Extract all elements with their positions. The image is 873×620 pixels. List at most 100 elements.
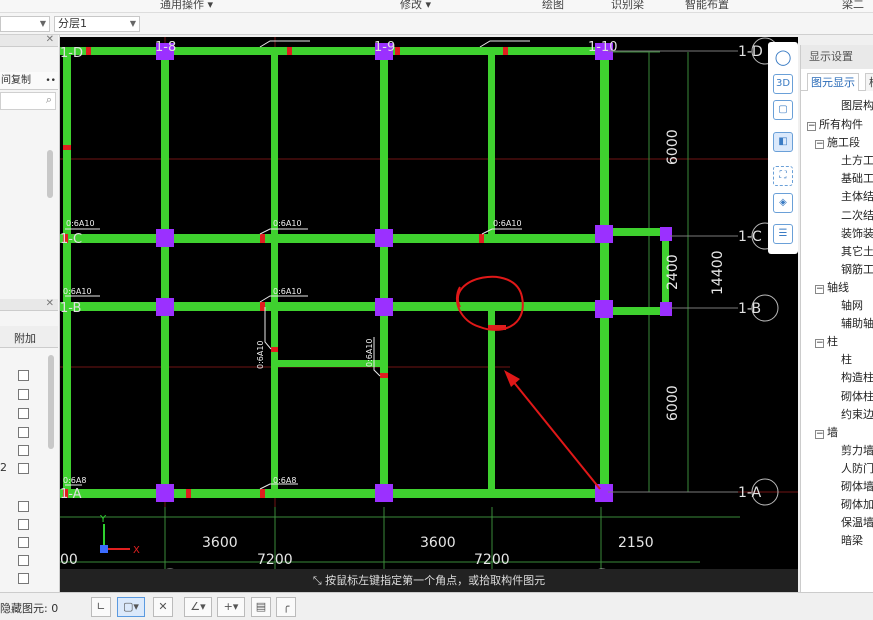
tab-element-display[interactable]: 图元显示 [807,73,859,91]
tree-item[interactable]: 砌体柱 [841,388,873,404]
tree-item[interactable]: 主体结 [841,188,873,204]
search-icon[interactable]: ⌕ [46,93,52,107]
tree-item[interactable]: − 柱 [815,333,838,349]
tree-item[interactable]: 约束边 [841,406,873,422]
offset-icon[interactable]: +▾ [217,597,245,617]
tree-item[interactable]: − 所有构件 [807,116,863,132]
checkbox[interactable] [18,501,29,512]
select-box-icon[interactable]: ▢▾ [117,597,145,617]
dim-partial: 00 [60,552,78,568]
tree-item[interactable]: 基础工 [841,170,873,186]
dim-2150: 2150 [618,535,654,551]
axis-label-left-a: 1-A [60,487,82,502]
dim-7200-b: 7200 [474,552,510,568]
angle-icon[interactable]: ∠▾ [184,597,212,617]
checkbox[interactable] [18,555,29,566]
tree-item[interactable]: 构造柱 [841,369,873,385]
tab-floor-copy[interactable]: 间复制 •• [0,72,58,90]
ribbon-group-smart-layout[interactable]: 智能布置 [685,0,729,12]
tree-item[interactable]: 其它土 [841,243,873,259]
tree-item[interactable]: 二次结 [841,207,873,223]
checkbox[interactable] [18,427,29,438]
beam-annotation-11: 0:6A10 [365,338,374,367]
panel-tabs: 图元显示 楼 [801,71,873,91]
ribbon-group-common[interactable]: 通用操作 ▾ [160,0,213,12]
collapse-icon[interactable]: − [815,339,824,349]
fullscreen-icon[interactable]: ⛶ [773,166,793,186]
left-panel-header-2: ✕ [0,298,58,311]
scrollbar[interactable] [48,355,54,449]
tree-item[interactable]: 柱 [841,351,852,367]
tree-item[interactable]: 暗梁 [841,532,863,548]
left-panel: ✕ 间复制 •• ⌕ ✕ 附加 2 [0,34,60,592]
checkbox[interactable] [18,408,29,419]
tab-floor-display[interactable]: 楼 [865,73,873,91]
tree-item[interactable]: 钢筋工 [841,261,873,277]
floor-select[interactable]: ▼ [0,16,50,32]
collapse-icon[interactable]: − [815,140,824,150]
checkbox[interactable] [18,519,29,530]
chevron-down-icon: ▼ [129,19,136,28]
ribbon-group-identify-beam[interactable]: 识别梁 [611,0,644,12]
cursor-icon: ⤡ [312,574,326,587]
dim-3600-b: 3600 [420,535,456,551]
layer-icon[interactable]: ◈ [773,193,793,213]
tree-item[interactable]: 人防门 [841,460,873,476]
layer-column-header: 图层构 [841,99,873,112]
collapse-icon[interactable]: − [815,284,824,294]
collapse-icon[interactable]: − [807,122,816,131]
tree-item[interactable]: 保温墙 [841,514,873,530]
scrollbar[interactable] [47,150,53,198]
tree-item[interactable]: 砌体墙 [841,478,873,494]
tree-item[interactable]: 装饰装 [841,225,873,241]
layer-select[interactable]: 分层1 ▼ [54,16,140,32]
axis-label-left-c: 1-C [60,232,82,247]
top-view-icon[interactable]: ▢ [773,100,793,120]
tree-item[interactable]: 辅助轴 [841,315,873,331]
beam-annotation-10: 0:6A10 [256,340,265,369]
left-search-input[interactable]: ⌕ [0,92,56,110]
tree-item[interactable]: − 墙 [815,424,838,440]
sphere-icon[interactable]: ◯ [773,48,793,68]
box-view-icon[interactable]: ◧ [773,132,793,152]
ortho-icon[interactable]: ∟ [91,597,111,617]
annotations: 0:6A10 0:6A10 0:6A10 0:6A10 0:6A10 0:6A8… [63,219,522,485]
axis-label-1-9: 1-9 [374,40,395,55]
table-header: 附加 [0,326,58,348]
dim-2400: 2400 [665,254,681,290]
checkbox[interactable] [18,573,29,584]
close-icon[interactable]: ✕ [46,298,54,309]
collapse-icon[interactable]: − [815,429,824,439]
arrow-head-icon [504,370,520,387]
axis-label-left-b: 1-B [60,301,81,316]
tree-item[interactable]: 轴网 [841,297,863,313]
tree-item[interactable]: − 轴线 [815,279,849,295]
tree-item[interactable]: − 施工段 [815,134,860,150]
tree-item[interactable]: 剪力墙 [841,442,873,458]
plan-drawing[interactable]: 0:6A10 0:6A10 0:6A10 0:6A10 0:6A10 0:6A8… [60,37,798,592]
dim-14400: 14400 [710,250,726,295]
ribbon-group-draw[interactable]: 绘图 [542,0,564,12]
properties-icon[interactable]: ▤ [251,597,271,617]
ribbon-bar: 通用操作 ▾ 修改 ▾ 绘图 识别梁 智能布置 梁二次 [0,0,873,27]
checkbox[interactable] [18,537,29,548]
close-icon[interactable]: ✕ [46,34,54,45]
tree-item[interactable]: 土方工 [841,152,873,168]
cross-select-icon[interactable]: ✕ [153,597,173,617]
status-bar: 隐藏图元: 0 ∟ ▢▾ ✕ ∠▾ +▾ ▤ ╭ [0,592,873,620]
axis-label-right-a: 1-A [738,485,762,501]
ribbon-group-modify[interactable]: 修改 ▾ [400,0,431,12]
checkbox[interactable] [18,370,29,381]
3d-view-icon[interactable]: 3D [773,74,793,94]
drawing-canvas[interactable]: 0:6A10 0:6A10 0:6A10 0:6A10 0:6A10 0:6A8… [60,37,798,592]
checkbox[interactable] [18,389,29,400]
settings-list-icon[interactable]: ☰ [773,224,793,244]
more-icon[interactable]: •• [45,72,56,90]
checkbox[interactable] [18,445,29,456]
beam-annotation-5: 0:6A10 [273,287,302,296]
view-toolbar: ◯ 3D ▢ ◧ ⛶ ◈ ☰ [768,42,798,254]
tree-item[interactable]: 砌体加 [841,496,873,512]
fillet-icon[interactable]: ╭ [276,597,296,617]
checkbox[interactable] [18,463,29,474]
axis-label-right-d: 1-D [738,44,763,60]
